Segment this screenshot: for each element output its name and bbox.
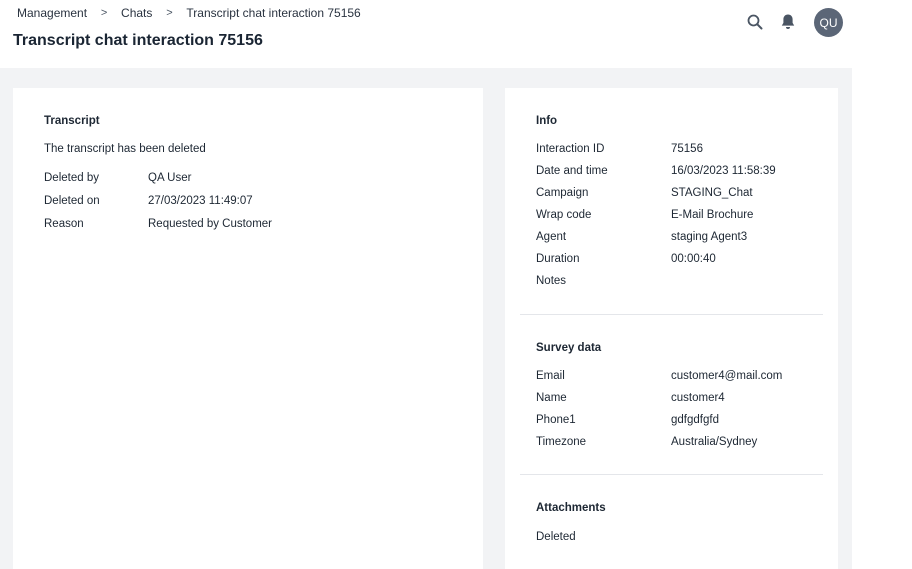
top-header: Management > Chats > Transcript chat int… (0, 0, 852, 68)
chevron-right-icon: > (100, 7, 108, 19)
field-value-campaign: STAGING_Chat (671, 187, 753, 199)
field-label-phone1: Phone1 (536, 414, 576, 426)
field-label-email: Email (536, 370, 565, 382)
field-label-deleted-on: Deleted on (44, 195, 100, 207)
bell-icon[interactable] (779, 13, 797, 31)
field-label-reason: Reason (44, 218, 84, 230)
info-title: Info (536, 115, 558, 127)
field-label-name: Name (536, 392, 567, 404)
field-label-deleted-by: Deleted by (44, 172, 99, 184)
field-label-campaign: Campaign (536, 187, 589, 199)
field-value-name: customer4 (671, 392, 725, 404)
field-label-notes: Notes (536, 275, 567, 287)
field-label-date-time: Date and time (536, 165, 608, 177)
breadcrumb-chats[interactable]: Chats (121, 6, 152, 20)
field-label-agent: Agent (536, 231, 567, 243)
field-value-email: customer4@mail.com (671, 370, 783, 382)
search-icon[interactable] (746, 13, 764, 31)
breadcrumb-current: Transcript chat interaction 75156 (186, 6, 361, 20)
survey-title: Survey data (536, 342, 602, 354)
section-divider (520, 474, 823, 475)
attachments-title: Attachments (536, 502, 606, 514)
field-value-timezone: Australia/Sydney (671, 436, 758, 448)
field-label-wrap-code: Wrap code (536, 209, 592, 221)
field-value-wrap-code: E-Mail Brochure (671, 209, 754, 221)
chevron-right-icon: > (166, 7, 173, 19)
field-value-deleted-on: 27/03/2023 11:49:07 (148, 195, 253, 207)
field-value-phone1: gdfgdfgfd (671, 414, 719, 426)
field-label-duration: Duration (536, 253, 580, 265)
field-value-agent: staging Agent3 (671, 231, 748, 243)
field-value-duration: 00:00:40 (671, 253, 716, 265)
info-card (505, 88, 838, 569)
breadcrumb-management[interactable]: Management (17, 6, 87, 20)
user-avatar[interactable]: QU (814, 8, 843, 37)
attachments-status: Deleted (536, 531, 576, 543)
field-value-date-time: 16/03/2023 11:58:39 (671, 165, 776, 177)
breadcrumb: Management > Chats > Transcript chat int… (17, 6, 361, 20)
field-label-interaction-id: Interaction ID (536, 143, 605, 155)
field-value-deleted-by: QA User (148, 172, 192, 184)
field-value-reason: Requested by Customer (148, 218, 273, 230)
page-title: Transcript chat interaction 75156 (13, 32, 263, 49)
field-value-interaction-id: 75156 (671, 143, 703, 155)
field-label-timezone: Timezone (536, 436, 587, 448)
transcript-title: Transcript (44, 115, 100, 127)
section-divider (520, 314, 823, 315)
transcript-card (13, 88, 483, 569)
transcript-status: The transcript has been deleted (44, 143, 206, 155)
